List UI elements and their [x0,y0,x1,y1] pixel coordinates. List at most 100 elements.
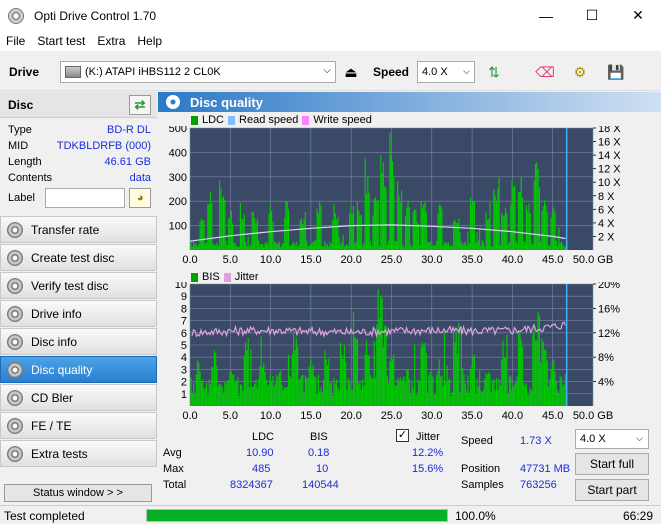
x-tick-label: 50.0 GB [573,254,613,266]
label-apply-button[interactable]: ◕ [129,188,151,208]
start-full-button[interactable]: Start full [575,453,649,475]
menu-bar: File Start test Extra Help [0,31,661,51]
disc-icon [166,95,180,109]
avg-bis: 0.18 [308,447,330,459]
refresh-speed-button[interactable]: ⇅ [482,60,506,84]
maximize-icon: ☐ [585,7,599,23]
x-tick-label: 25.0 [381,410,402,422]
x-tick-label: 30.0 [421,410,442,422]
status-bar: Test completed 100.0% 66:29 [0,505,661,524]
legend-swatch-jitter [223,272,231,282]
position-label: Position [461,463,501,475]
nav-transfer-rate[interactable]: Transfer rate [0,216,157,243]
refresh-icon: ⇅ [488,63,500,80]
y-left-tick-label: 8 [181,303,187,315]
speed-value: 1.73 X [520,435,552,447]
max-ldc: 485 [252,463,271,475]
x-tick-label: 25.0 [381,254,402,266]
nav-disc-quality[interactable]: Disc quality [0,356,157,383]
y-left-tick-label: 7 [181,316,187,328]
disc-icon [7,305,23,322]
y-left-tick-label: 5 [181,340,187,352]
nav-fe-te[interactable]: FE / TE [0,412,157,439]
legend-swatch-read-speed [228,115,236,125]
row-total-label: Total [163,479,187,491]
y-right-tick-label: 8% [598,352,614,364]
menu-extra[interactable]: Extra [91,34,131,48]
nav-drive-info[interactable]: Drive info [0,300,157,327]
nav-extra-tests[interactable]: Extra tests [0,440,157,467]
status-window-button[interactable]: Status window > > [4,484,152,502]
title-bar: Opti Drive Control 1.70 — ☐ ✕ [0,0,661,31]
y-right-tick-label: 4 X [598,218,615,230]
drive-select-value: (K:) ATAPI iHBS112 2 CL0K [85,66,221,78]
speed-select[interactable]: 4.0 X ⌵ [417,61,475,83]
x-tick-label: 45.0 [542,254,563,266]
nav-verify-test-disc[interactable]: Verify test disc [0,272,157,299]
eraser-icon: ⌫ [535,63,555,80]
jitter-max: 15.6% [412,463,444,475]
col-ldc-header: LDC [252,431,275,443]
disc-icon [7,221,23,238]
disc-refresh-button[interactable]: ⇄ [129,95,151,115]
erase-button[interactable]: ⌫ [533,60,557,84]
sidebar: Disc ⇄ Type BD-R DL MID TDKBLDRFB (000) Le… [0,92,157,504]
panel-title: Disc quality [190,94,263,110]
nav-disc-info[interactable]: Disc info [0,328,157,355]
nav-create-test-disc[interactable]: Create test disc [0,244,157,271]
progress-fill [147,510,447,521]
menu-help[interactable]: Help [131,34,168,48]
disc-icon [7,417,23,434]
max-bis: 10 [316,463,329,475]
drive-label: Drive [9,65,40,79]
disc-label-icon: ◕ [136,192,144,204]
test-speed-select[interactable]: 4.0 X ⌵ [575,429,649,449]
avg-ldc: 10.90 [246,447,274,459]
elapsed-time: 66:29 [622,509,653,523]
disc-icon [7,249,23,266]
row-avg-label: Avg [163,447,182,459]
toolbar: Drive (K:) ATAPI iHBS112 2 CL0K ⌵ ⏏ Spee… [0,53,661,91]
chevron-down-icon: ⌵ [323,65,331,76]
start-part-button[interactable]: Start part [575,479,649,501]
drive-select[interactable]: (K:) ATAPI iHBS112 2 CL0K ⌵ [60,61,336,83]
samples-label: Samples [461,479,504,491]
progress-bar [146,509,448,522]
jitter-checkbox[interactable]: ✓ [396,429,409,442]
minimize-button[interactable]: — [523,0,569,31]
disc-quality-panel: Disc quality LDC Read speed Write speed … [158,92,661,504]
chart1-legend: LDC Read speed Write speed [191,114,372,126]
y-right-tick-label: 16 X [598,137,621,149]
x-tick-label: 20.0 [340,410,361,422]
disc-icon [7,333,23,350]
close-button[interactable]: ✕ [615,0,661,31]
disc-header: Disc ⇄ [0,92,157,118]
refresh-icon: ⇄ [134,97,146,112]
settings-button[interactable]: ⚙ [568,60,592,84]
disc-row-mid: MID TDKBLDRFB (000) [8,140,151,152]
save-button[interactable]: 💾 [604,60,628,84]
chevron-down-icon: ⌵ [463,66,470,76]
x-tick-label: 0.0 [182,254,197,266]
y-left-tick-label: 2 [181,377,187,389]
col-bis-header: BIS [310,431,328,443]
x-tick-label: 5.0 [223,410,238,422]
nav-cd-bler[interactable]: CD Bler [0,384,157,411]
ldc-chart: 0.0 5.0 10.0 15.0 20.0 25.0 30.0 35.0 40.0 45.0 50… [169,126,622,266]
x-tick-label: 5.0 [223,254,238,266]
maximize-button[interactable]: ☐ [569,0,615,31]
x-tick-label: 45.0 [542,410,563,422]
y-left-tick-label: 400 [169,147,187,159]
speed-select-value: 4.0 X [422,66,448,78]
disc-row-length: Length 46.61 GB [8,156,151,168]
y-right-tick-label: 12 X [598,164,621,176]
x-tick-label: 0.0 [182,410,197,422]
close-icon: ✕ [632,7,644,23]
y-right-tick-label: 6 X [598,204,615,216]
label-input[interactable] [44,188,126,208]
menu-start-test[interactable]: Start test [31,34,91,48]
nav-list: Transfer rate Create test disc Verify te… [0,216,157,468]
eject-button[interactable]: ⏏ [339,60,363,84]
menu-file[interactable]: File [0,34,31,48]
legend-swatch-ldc [191,115,198,125]
